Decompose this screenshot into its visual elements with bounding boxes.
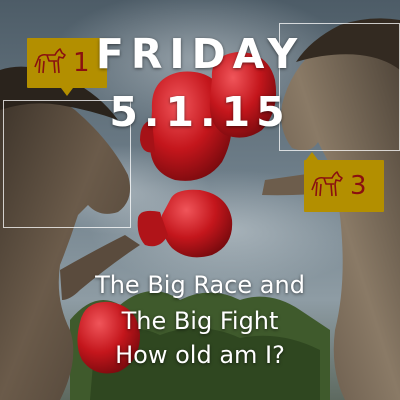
horse-icon — [310, 170, 344, 202]
badge-pointer — [306, 152, 318, 160]
caption-line: The Big Fight — [121, 307, 279, 335]
horse-badge-3[interactable]: 3 — [304, 152, 384, 212]
headline-date: 5.1.15 — [109, 88, 291, 136]
caption-line: The Big Race and — [95, 271, 305, 299]
caption-line: How old am I? — [115, 341, 285, 369]
headline-day: FRIDAY — [95, 30, 305, 78]
ad-image: 1 3 FRIDAY 5.1.15 The Big Race and The B… — [0, 0, 400, 400]
badge-number: 3 — [350, 171, 367, 201]
